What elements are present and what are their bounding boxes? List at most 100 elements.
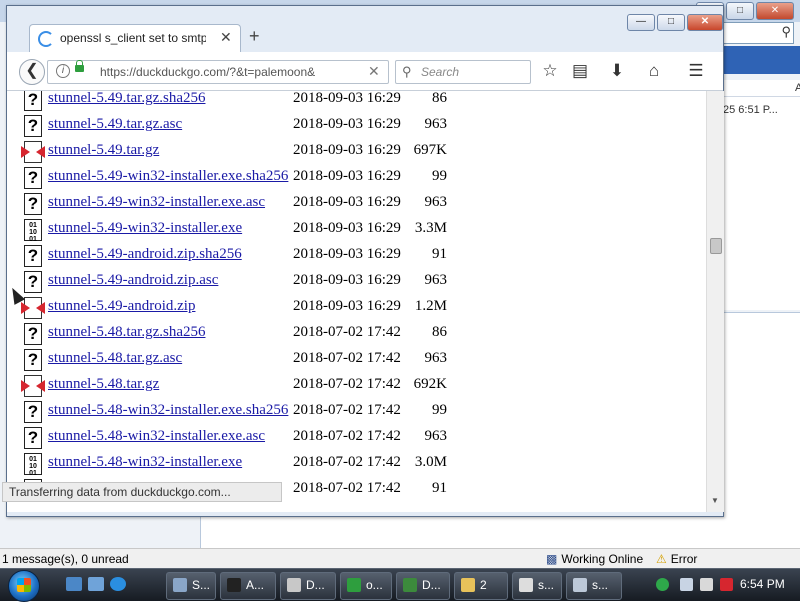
bookmark-star-icon[interactable]: ☆ [539,61,561,81]
file-row: ? stunnel-5.48-win32-installer.exe.asc 201… [7,425,706,451]
volume-muted-icon[interactable] [700,578,713,591]
file-size: 86 [432,324,447,340]
taskbar-button[interactable]: o... [340,572,392,600]
file-link[interactable]: stunnel-5.48.tar.gz [48,376,159,393]
search-input[interactable]: ⚲ Search [395,60,531,84]
window-icon [573,578,587,592]
reading-list-icon[interactable]: ▤ [569,61,591,81]
file-size: 963 [424,272,448,288]
file-link[interactable]: stunnel-5.49-android.zip.sha256 [48,246,242,263]
mail-status-bar: 1 message(s), 0 unread ▩ Working Online ⚠… [0,548,800,569]
online-status[interactable]: ▩ Working Online [546,552,643,566]
terminal-icon [227,578,241,592]
taskbar-button[interactable]: S... [166,572,216,600]
show-desktop-icon[interactable] [66,577,82,591]
scroll-down-arrow[interactable]: ▼ [711,496,719,505]
file-link[interactable]: stunnel-5.49-win32-installer.exe [48,220,242,237]
unknown-file-icon: ? [24,245,42,267]
close-button[interactable]: ✕ [756,2,794,20]
taskbar-button-label: D... [306,578,325,592]
internet-explorer-icon[interactable] [110,577,126,591]
file-row: stunnel-5.48.tar.gz 2018-07-02 17:42 692K [7,373,706,399]
archive-file-icon [21,141,45,163]
file-link[interactable]: stunnel-5.48.tar.gz.asc [48,350,182,367]
home-icon[interactable]: ⌂ [643,61,665,81]
search-icon[interactable]: ⚲ [781,24,791,40]
maximize-button[interactable]: □ [726,2,754,20]
warning-icon: ⚠ [656,552,667,566]
browser-window: — □ ✕ openssl s_client set to smtp. ✕ + … [6,5,724,517]
file-link[interactable]: stunnel-5.49-win32-installer.exe.asc [48,194,265,211]
file-link[interactable]: stunnel-5.48-win32-installer.exe [48,454,242,471]
network-status-icon[interactable] [656,578,669,591]
display-icon[interactable] [680,578,693,591]
error-status[interactable]: ⚠ Error [656,552,697,566]
close-button[interactable]: ✕ [687,14,723,31]
taskbar-button[interactable]: D... [280,572,336,600]
file-size: 86 [432,91,447,106]
unknown-file-icon: ? [24,167,42,189]
search-placeholder: Search [421,65,460,79]
tab-close-icon[interactable]: ✕ [220,29,232,46]
info-icon[interactable]: i [56,64,70,78]
file-link[interactable]: stunnel-5.48-win32-installer.exe.asc [48,428,265,445]
file-date: 2018-09-03 16:29 [293,168,401,184]
file-date: 2018-07-02 17:42 [293,402,401,418]
clear-url-icon[interactable]: ✕ [368,63,380,80]
file-date: 2018-09-03 16:29 [293,220,401,236]
minimize-button[interactable]: — [627,14,655,31]
switch-windows-icon[interactable] [88,577,104,591]
file-size: 91 [432,480,447,496]
taskbar-button[interactable]: 2 [454,572,508,600]
file-link[interactable]: stunnel-5.48-win32-installer.exe.sha256 [48,402,288,419]
taskbar-button[interactable]: D... [396,572,450,600]
new-tab-button[interactable]: + [249,26,260,47]
archive-file-icon [21,375,45,397]
file-row: ? stunnel-5.49-win32-installer.exe.sha256… [7,165,706,191]
binary-file-icon: 01 10 01 [24,453,42,477]
start-button[interactable] [8,570,40,602]
file-link[interactable]: stunnel-5.49-android.zip.asc [48,272,218,289]
taskbar-button-label: D... [422,578,441,592]
file-link[interactable]: stunnel-5.49.tar.gz.sha256 [48,91,205,107]
scrollbar-thumb[interactable] [710,238,722,254]
message-list[interactable]: A 25 6:51 P... [722,80,800,310]
file-size: 963 [424,116,448,132]
back-button[interactable]: ❮ [19,59,45,85]
loading-icon [38,31,54,47]
background-toolbar [722,46,800,74]
maximize-button[interactable]: □ [657,14,685,31]
menu-icon[interactable]: ☰ [685,61,707,81]
file-row: ? stunnel-5.49-android.zip.sha256 2018-09-… [7,243,706,269]
browser-icon [519,578,533,592]
file-size: 692K [413,376,447,392]
column-header[interactable]: A [795,82,800,94]
file-size: 3.0M [414,454,447,470]
message-date[interactable]: 25 6:51 P... [723,104,778,116]
browser-tab[interactable]: openssl s_client set to smtp. ✕ [29,24,241,53]
file-link[interactable]: stunnel-5.49-win32-installer.exe.sha256 [48,168,288,185]
file-link[interactable]: stunnel-5.48.tar.gz.sha256 [48,324,205,341]
taskbar-button[interactable]: s... [512,572,562,600]
taskbar-button-label: s... [538,578,555,592]
file-size: 963 [424,350,448,366]
message-list-header[interactable]: A [723,80,800,97]
lock-icon[interactable] [75,60,84,72]
file-link[interactable]: stunnel-5.49.tar.gz.asc [48,116,182,133]
background-search-input[interactable]: ⚲ [722,22,794,44]
alert-icon[interactable] [720,578,733,591]
url-text[interactable]: https://duckduckgo.com/?&t=palemoon& [100,65,315,79]
download-icon[interactable]: ⬇ [606,61,628,81]
file-date: 2018-09-03 16:29 [293,246,401,262]
file-row: ? stunnel-5.49-android.zip.asc 2018-09-03 … [7,269,706,295]
vertical-scrollbar[interactable]: ▼ [706,91,724,512]
file-link[interactable]: stunnel-5.49.tar.gz [48,142,159,159]
taskbar-button[interactable]: A... [220,572,276,600]
unknown-file-icon: ? [24,193,42,215]
clock[interactable]: 6:54 PM [740,577,785,591]
file-link[interactable]: stunnel-5.49-android.zip [48,298,195,315]
taskbar-button[interactable]: s... [566,572,622,600]
windows-logo-icon [17,578,31,592]
address-bar[interactable]: i https://duckduckgo.com/?&t=palemoon& ✕ [47,60,389,84]
file-size: 91 [432,246,447,262]
